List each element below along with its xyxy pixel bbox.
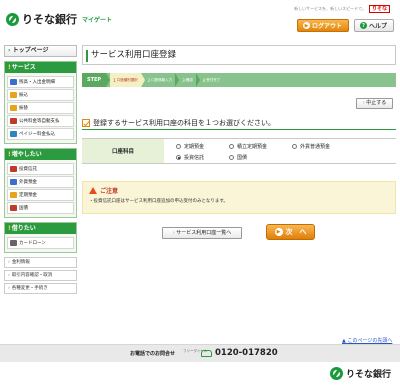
sidebar-section-services: !サービス 残高・入出金明細 振込 振替 公共料金等自動支払 ペイジー料金払込 bbox=[4, 61, 77, 144]
notice-title: ご注意 bbox=[89, 186, 118, 195]
step-4: 4 受付完了 bbox=[202, 77, 221, 83]
transfer-icon bbox=[10, 92, 17, 98]
tagline-brand: りそな bbox=[368, 5, 390, 13]
warning-icon bbox=[89, 187, 97, 194]
page-title: サービス利用口座登録 bbox=[82, 45, 396, 65]
bond-icon bbox=[10, 205, 17, 211]
logout-button[interactable]: ▶ ログアウト bbox=[297, 19, 349, 32]
main-content: サービス利用口座登録 STEP 1 口座種別選択 2 口座情報入力 3 確認 4 受付完… bbox=[82, 45, 396, 240]
radio-icon bbox=[229, 155, 234, 160]
chevron-right-icon: › bbox=[8, 260, 10, 265]
account-type-form: 口座科目 定期預金 積立定期預金 外貨普通預金 投資信託 国債 bbox=[82, 138, 396, 164]
help-button[interactable]: ? ヘルプ bbox=[354, 19, 394, 32]
sidebar-link-rates[interactable]: › 金利情報 bbox=[4, 257, 77, 268]
sidebar-links: › 金利情報 › 取引内容確認・取消 › 各種変更・手続き bbox=[4, 257, 77, 294]
question-icon: ? bbox=[360, 22, 367, 29]
sidebar-section-title: !増やしたい bbox=[5, 149, 76, 160]
logout-label: ログアウト bbox=[312, 23, 343, 30]
next-button[interactable]: ▶ 次 へ bbox=[266, 224, 315, 240]
sidebar-link-transactions[interactable]: › 取引内容確認・取消 bbox=[4, 270, 77, 281]
sidebar-item-top-page[interactable]: › トップページ bbox=[4, 45, 77, 57]
sidebar-item-balance[interactable]: 残高・入出金明細 bbox=[7, 76, 74, 88]
investment-icon bbox=[10, 166, 17, 172]
sidebar-item-transfer[interactable]: 振込 bbox=[7, 89, 74, 101]
sidebar-link-settings[interactable]: › 各種変更・手続き bbox=[4, 283, 77, 294]
step-3: 3 確認 bbox=[182, 77, 193, 83]
notice-body: ・投資信託口座はサービス利用口座追加の申込受付のみとなります。 bbox=[89, 199, 228, 204]
sidebar-item-card-loan[interactable]: カードローン bbox=[7, 237, 74, 249]
phone-number: 0120-017820 bbox=[215, 348, 278, 358]
chevron-right-icon: › bbox=[8, 286, 10, 291]
tagline-text: 新しいサービスを、新しいスピードで。 bbox=[294, 6, 366, 11]
step-label: STEP bbox=[82, 73, 107, 87]
payeasy-icon bbox=[10, 131, 17, 137]
radio-icon bbox=[292, 144, 297, 149]
step-indicator: STEP 1 口座種別選択 2 口座情報入力 3 確認 4 受付完了 bbox=[82, 73, 396, 87]
chevron-right-icon: › bbox=[362, 100, 365, 106]
instruction-heading: 登録するサービス利用口座の科目を１つお選びください。 bbox=[82, 116, 396, 130]
sidebar-section-title: !借りたい bbox=[5, 223, 76, 234]
sidebar-item-utility-payment[interactable]: 公共料金等自動支払 bbox=[7, 115, 74, 127]
resona-logo-icon bbox=[330, 367, 343, 380]
logo-text: りそな銀行 bbox=[22, 13, 77, 26]
help-label: ヘルプ bbox=[369, 23, 388, 30]
balance-icon bbox=[10, 79, 17, 85]
header: りそな銀行 マイゲート 新しいサービスを、新しいスピードで。 りそな ▶ ログアウ… bbox=[0, 0, 400, 42]
chevron-right-icon: › bbox=[8, 47, 11, 54]
footer-contact: お電話でのお問合せ フリーダイヤル 0120-017820 bbox=[0, 344, 400, 362]
logo[interactable]: りそな銀行 マイゲート bbox=[6, 11, 112, 27]
sidebar-item-payeasy[interactable]: ペイジー料金払込 bbox=[7, 128, 74, 140]
radio-foreign-deposit[interactable]: 外貨普通預金 bbox=[292, 143, 330, 150]
utility-icon bbox=[10, 118, 17, 124]
card-icon bbox=[10, 240, 17, 246]
sidebar: › トップページ !サービス 残高・入出金明細 振込 振替 公共料金等自動支払 … bbox=[4, 45, 77, 296]
sidebar-section-borrow: !借りたい カードローン bbox=[4, 222, 77, 253]
sidebar-item-account-transfer[interactable]: 振替 bbox=[7, 102, 74, 114]
radio-icon bbox=[176, 144, 181, 149]
contact-label: お電話でのお問合せ bbox=[130, 351, 176, 357]
account-list-button[interactable]: › サービス利用口座一覧へ bbox=[162, 227, 242, 239]
account-transfer-icon bbox=[10, 105, 17, 111]
sidebar-item-investment-trust[interactable]: 投資信託 bbox=[7, 163, 74, 175]
footer-logo: りそな銀行 bbox=[330, 367, 391, 380]
radio-selected-icon bbox=[176, 155, 181, 160]
footer-logo-text: りそな銀行 bbox=[346, 370, 392, 380]
sidebar-item-time-deposit[interactable]: 定期預金 bbox=[7, 189, 74, 201]
account-type-options: 定期預金 積立定期預金 外貨普通預金 投資信託 国債 bbox=[164, 139, 396, 163]
page-top-link[interactable]: ▲ このページの先頭へ bbox=[342, 337, 392, 344]
chevron-right-icon: › bbox=[172, 230, 175, 236]
checkmark-icon bbox=[82, 118, 90, 127]
radio-investment-trust[interactable]: 投資信託 bbox=[176, 154, 204, 161]
currency-icon bbox=[10, 179, 17, 185]
sidebar-section-invest: !増やしたい 投資信託 外貨預金 定期預金 国債 bbox=[4, 148, 77, 218]
notice-box: ご注意 ・投資信託口座はサービス利用口座追加の申込受付のみとなります。 bbox=[82, 181, 396, 214]
sidebar-section-title: !サービス bbox=[5, 62, 76, 73]
radio-installment-deposit[interactable]: 積立定期預金 bbox=[229, 143, 267, 150]
arrow-right-icon: ▶ bbox=[274, 228, 283, 236]
resona-logo-icon bbox=[6, 12, 19, 26]
step-1: 1 口座種別選択 bbox=[110, 73, 141, 87]
sidebar-top-label: トップページ bbox=[12, 47, 49, 54]
logo-subtitle: マイゲート bbox=[82, 16, 113, 24]
arrow-right-icon: ▶ bbox=[303, 22, 310, 29]
phone-icon bbox=[201, 350, 212, 357]
deposit-icon bbox=[10, 192, 17, 198]
cancel-button[interactable]: › 中止する bbox=[356, 98, 393, 109]
chevron-right-icon: › bbox=[8, 273, 10, 278]
radio-bonds[interactable]: 国債 bbox=[229, 154, 247, 161]
step-2: 2 口座情報入力 bbox=[147, 77, 173, 83]
sidebar-item-foreign-deposit[interactable]: 外貨預金 bbox=[7, 176, 74, 188]
header-tagline: 新しいサービスを、新しいスピードで。 りそな bbox=[294, 5, 390, 13]
radio-time-deposit[interactable]: 定期預金 bbox=[176, 143, 204, 150]
sidebar-item-bonds[interactable]: 国債 bbox=[7, 202, 74, 214]
account-type-label: 口座科目 bbox=[82, 139, 164, 163]
radio-icon bbox=[229, 144, 234, 149]
